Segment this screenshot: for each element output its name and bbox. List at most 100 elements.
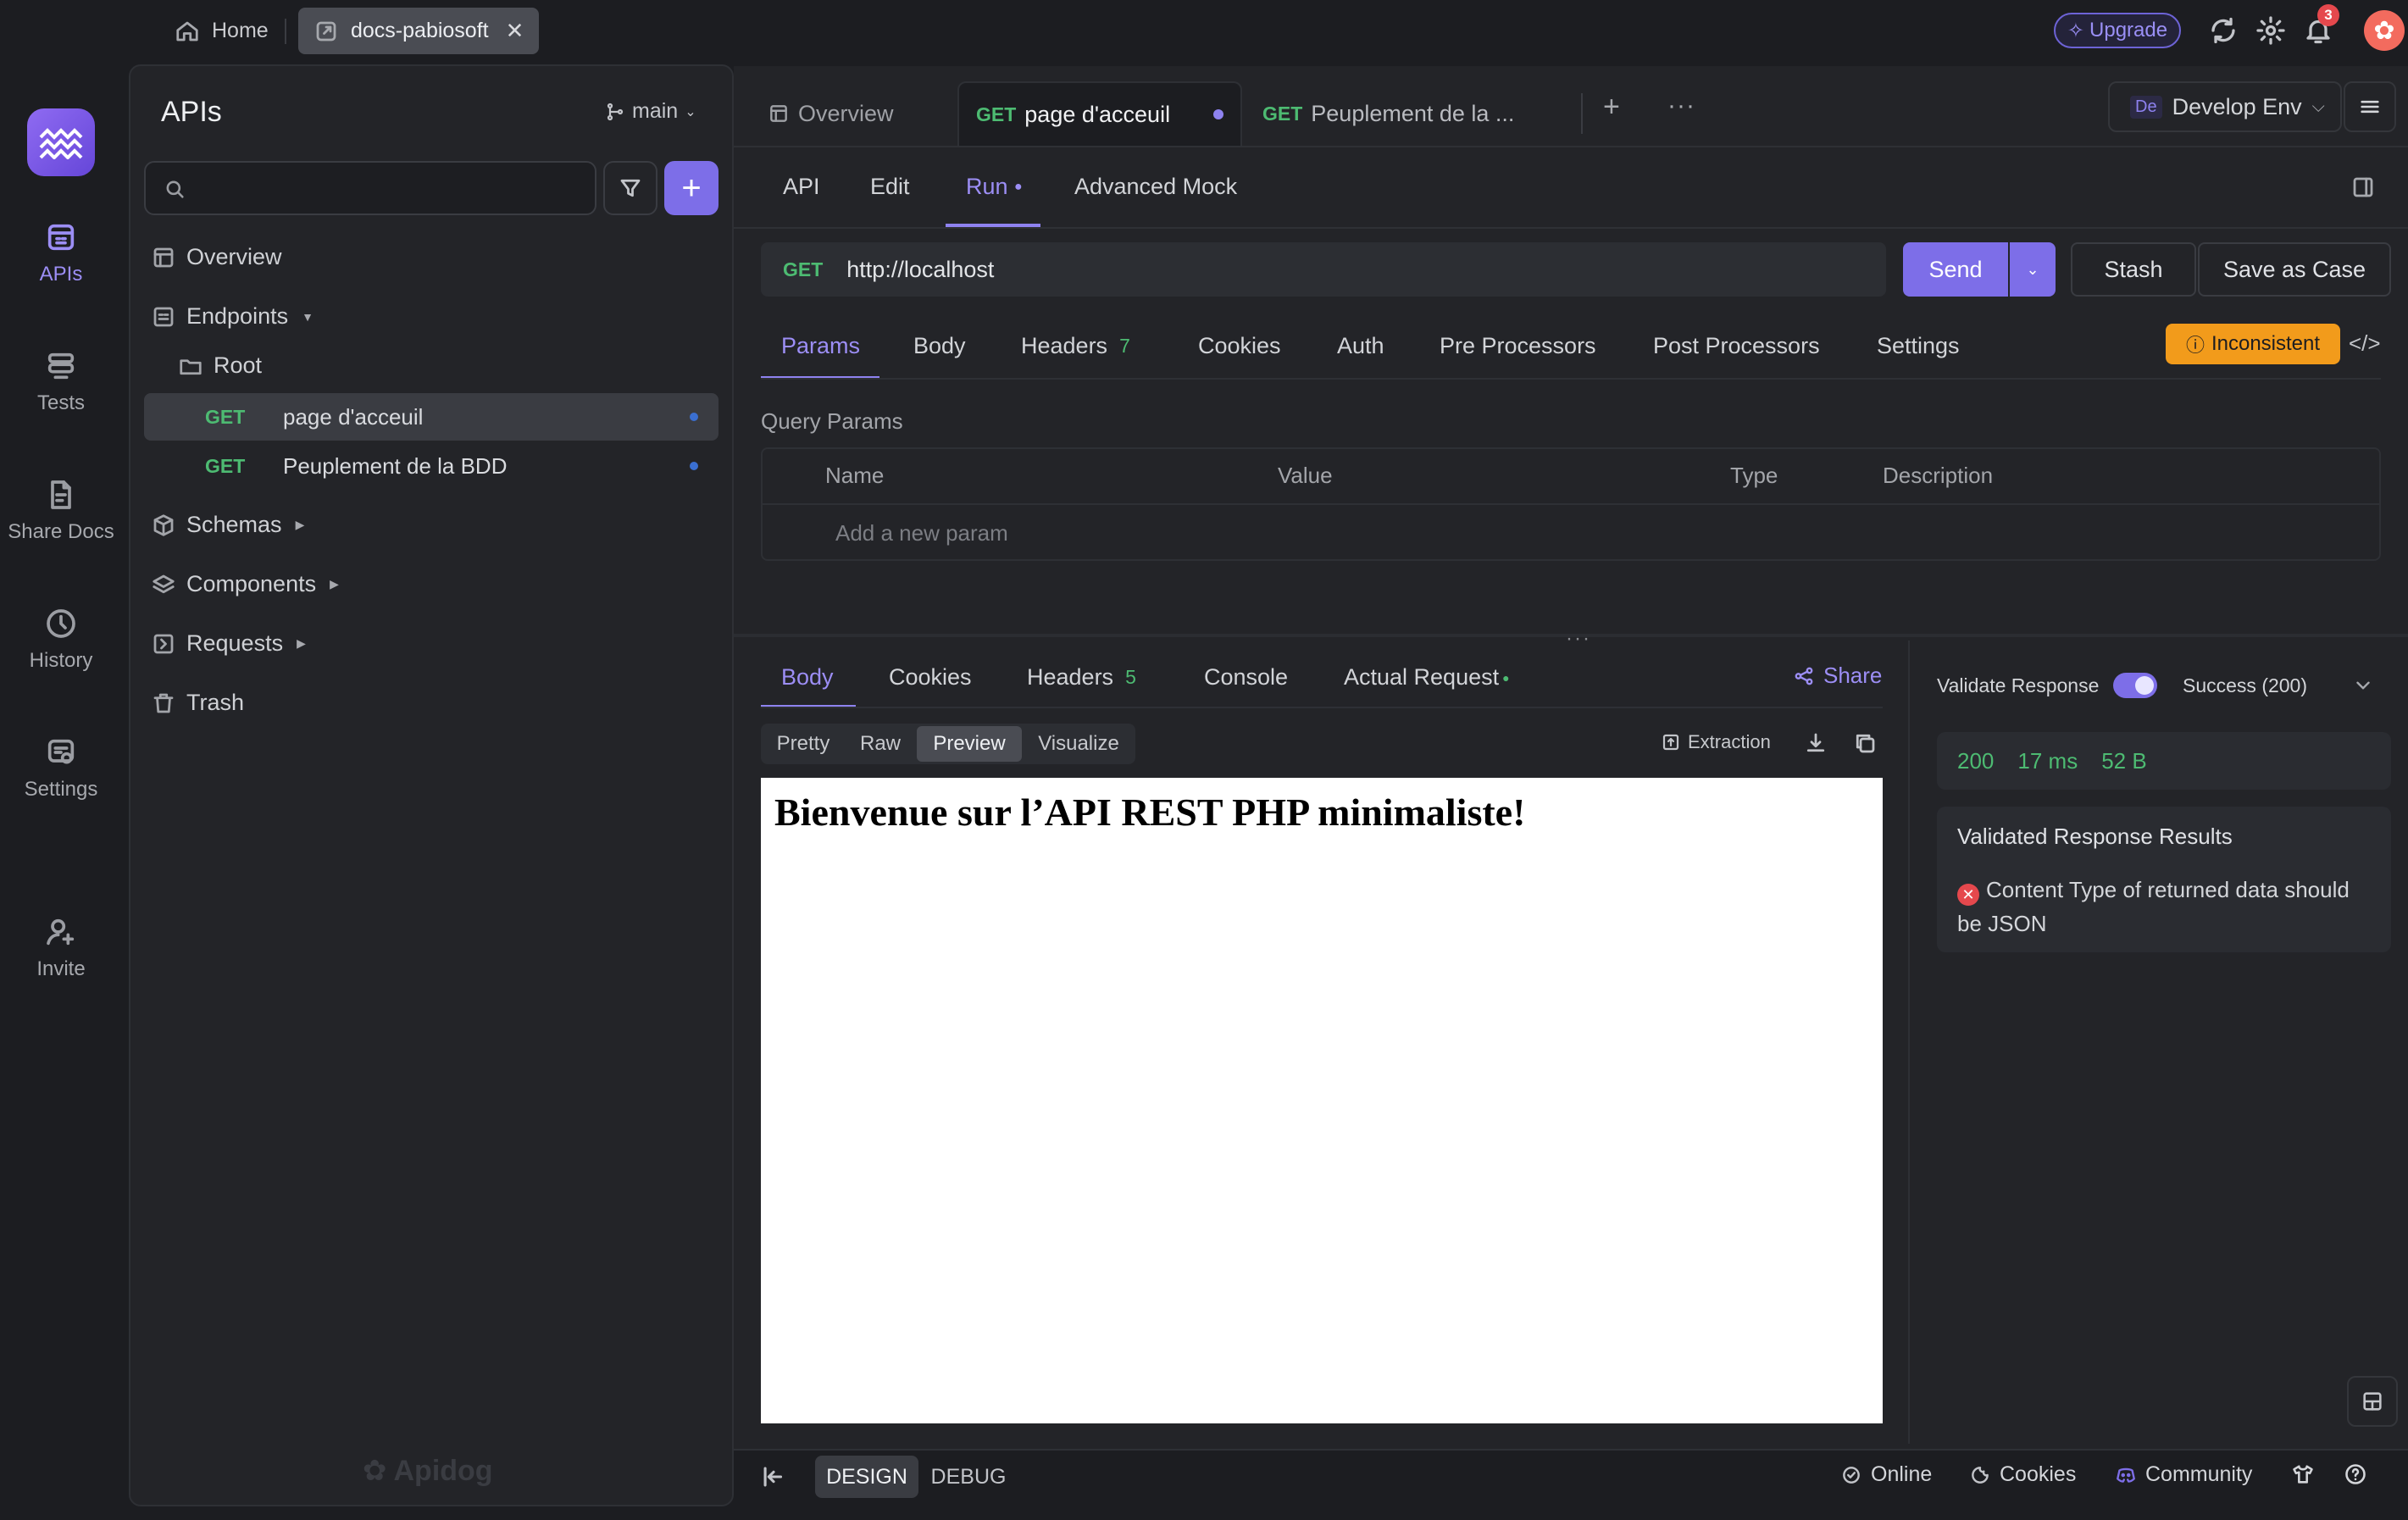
method-badge: GET	[1262, 102, 1303, 125]
view-preview[interactable]: Preview	[917, 726, 1022, 762]
tab-cookies[interactable]: Cookies	[1198, 333, 1281, 359]
cookies-button[interactable]: Cookies	[1969, 1462, 2076, 1487]
sidebar-title: APIs	[161, 96, 222, 128]
help-icon[interactable]	[2344, 1462, 2367, 1486]
tab-response-headers[interactable]: Headers 5	[1027, 664, 1136, 691]
tab-response-body[interactable]: Body	[781, 664, 834, 691]
url-input[interactable]: GET http://localhost	[761, 242, 1886, 297]
rail-share-docs[interactable]: Share Docs	[0, 478, 122, 544]
divider	[761, 707, 1883, 708]
view-visualize[interactable]: Visualize	[1029, 724, 1129, 764]
close-icon[interactable]: ✕	[506, 18, 524, 44]
endpoint-item[interactable]: GET Peuplement de la BDD	[144, 442, 719, 490]
tab-params[interactable]: Params	[781, 333, 860, 359]
rail-invite[interactable]: Invite	[0, 915, 122, 981]
refresh-icon[interactable]	[2208, 15, 2239, 46]
design-mode-button[interactable]: DESIGN	[815, 1456, 918, 1498]
add-param-input[interactable]: Add a new param	[835, 520, 1008, 546]
more-icon[interactable]: ···	[1667, 92, 1695, 120]
share-button[interactable]: Share	[1793, 663, 1882, 689]
download-icon[interactable]	[1803, 730, 1828, 756]
add-user-icon	[44, 915, 78, 949]
tab-actual-request[interactable]: Actual Request ●	[1344, 664, 1510, 691]
tab-response-cookies[interactable]: Cookies	[889, 664, 972, 691]
tab-api[interactable]: API	[783, 174, 820, 200]
send-button[interactable]: Send	[1903, 242, 2008, 297]
tree-root-folder[interactable]: Root	[178, 352, 262, 379]
tree-endpoints[interactable]: Endpoints ▼	[151, 303, 313, 330]
layout-button[interactable]	[2347, 1376, 2398, 1427]
gear-icon[interactable]	[2255, 15, 2286, 46]
extraction-button[interactable]: Extraction	[1661, 731, 1771, 753]
column-header: Type	[1730, 463, 1778, 488]
rail-history-label: History	[29, 649, 93, 672]
rail-settings-label: Settings	[24, 778, 98, 801]
collapse-sidebar-icon[interactable]	[759, 1462, 788, 1491]
tab-pre-processors[interactable]: Pre Processors	[1440, 333, 1596, 359]
community-button[interactable]: Community	[2115, 1462, 2252, 1487]
panel-toggle-icon[interactable]	[2350, 175, 2376, 200]
rail-settings[interactable]: Settings	[0, 735, 122, 802]
view-pretty[interactable]: Pretty	[766, 724, 841, 764]
overview-icon	[768, 103, 790, 125]
new-tab-icon[interactable]: +	[1603, 92, 1628, 121]
divider	[734, 227, 2408, 229]
caret-right-icon: ▶	[330, 577, 339, 591]
tab-headers[interactable]: Headers 7	[1021, 333, 1130, 359]
chevron-down-icon[interactable]	[2352, 674, 2374, 696]
search-input[interactable]	[144, 161, 596, 215]
send-dropdown-icon[interactable]: ⌄	[2010, 242, 2056, 297]
tree-requests[interactable]: Requests ▶	[151, 630, 306, 657]
env-label: Develop Env	[2172, 93, 2302, 119]
tree-components-label: Components	[186, 571, 317, 596]
tab-advanced-mock[interactable]: Advanced Mock	[1074, 174, 1237, 200]
tree-trash[interactable]: Trash	[151, 690, 244, 716]
rail-tests[interactable]: Tests	[0, 349, 122, 415]
avatar[interactable]: ✿	[2364, 10, 2405, 51]
doc-tab-page-acceuil[interactable]: GET page d'acceuil	[957, 81, 1242, 146]
view-raw[interactable]: Raw	[851, 724, 910, 764]
validation-status[interactable]: Success (200)	[2183, 674, 2307, 697]
filter-button[interactable]	[603, 161, 657, 215]
home-tab-label: Home	[212, 19, 269, 42]
shirt-icon[interactable]	[2291, 1462, 2315, 1486]
tab-auth[interactable]: Auth	[1337, 333, 1384, 359]
environment-select[interactable]: De Develop Env ⌵	[2108, 81, 2342, 132]
divider	[761, 503, 2381, 505]
doc-tab-peuplement[interactable]: GET Peuplement de la ...	[1246, 81, 1531, 146]
method-select[interactable]: GET	[783, 258, 823, 281]
tab-run[interactable]: Run ●	[966, 174, 1023, 200]
stash-button[interactable]: Stash	[2071, 242, 2196, 297]
menu-button[interactable]	[2344, 81, 2396, 132]
validate-toggle[interactable]	[2113, 673, 2157, 698]
tab-post-processors[interactable]: Post Processors	[1653, 333, 1820, 359]
notification-badge: 3	[2317, 4, 2339, 26]
divider	[761, 378, 2381, 380]
doc-tab-label: Peuplement de la ...	[1311, 100, 1515, 126]
save-as-case-button[interactable]: Save as Case	[2198, 242, 2391, 297]
tree-components[interactable]: Components ▶	[151, 571, 339, 597]
endpoint-item[interactable]: GET page d'acceuil	[144, 393, 719, 441]
upgrade-button[interactable]: ✧ Upgrade	[2054, 13, 2181, 48]
add-button[interactable]: +	[664, 161, 719, 215]
online-status[interactable]: Online	[1840, 1462, 1932, 1487]
debug-mode-button[interactable]: DEBUG	[922, 1456, 1015, 1498]
tab-body[interactable]: Body	[913, 333, 966, 359]
tab-settings[interactable]: Settings	[1877, 333, 1960, 359]
rail-apis[interactable]: APIs	[0, 220, 122, 286]
rail-share-docs-label: Share Docs	[8, 520, 114, 543]
tab-edit[interactable]: Edit	[870, 174, 910, 200]
project-tab[interactable]: docs-pabiosoft ✕	[298, 8, 540, 54]
column-header: Description	[1883, 463, 1994, 488]
branch-selector[interactable]: main ⌄	[605, 99, 696, 124]
home-tab[interactable]: Home	[159, 8, 284, 54]
doc-tab-overview[interactable]: Overview	[751, 81, 911, 146]
drag-handle-icon[interactable]: ···	[1566, 627, 1591, 651]
inconsistent-badge[interactable]: ⓘ Inconsistent	[2166, 324, 2340, 364]
tree-schemas[interactable]: Schemas ▶	[151, 512, 304, 538]
copy-icon[interactable]	[1852, 730, 1878, 756]
code-icon[interactable]: </>	[2349, 330, 2381, 357]
rail-history[interactable]: History	[0, 607, 122, 673]
tree-overview[interactable]: Overview	[151, 244, 282, 270]
tab-console[interactable]: Console	[1204, 664, 1288, 691]
